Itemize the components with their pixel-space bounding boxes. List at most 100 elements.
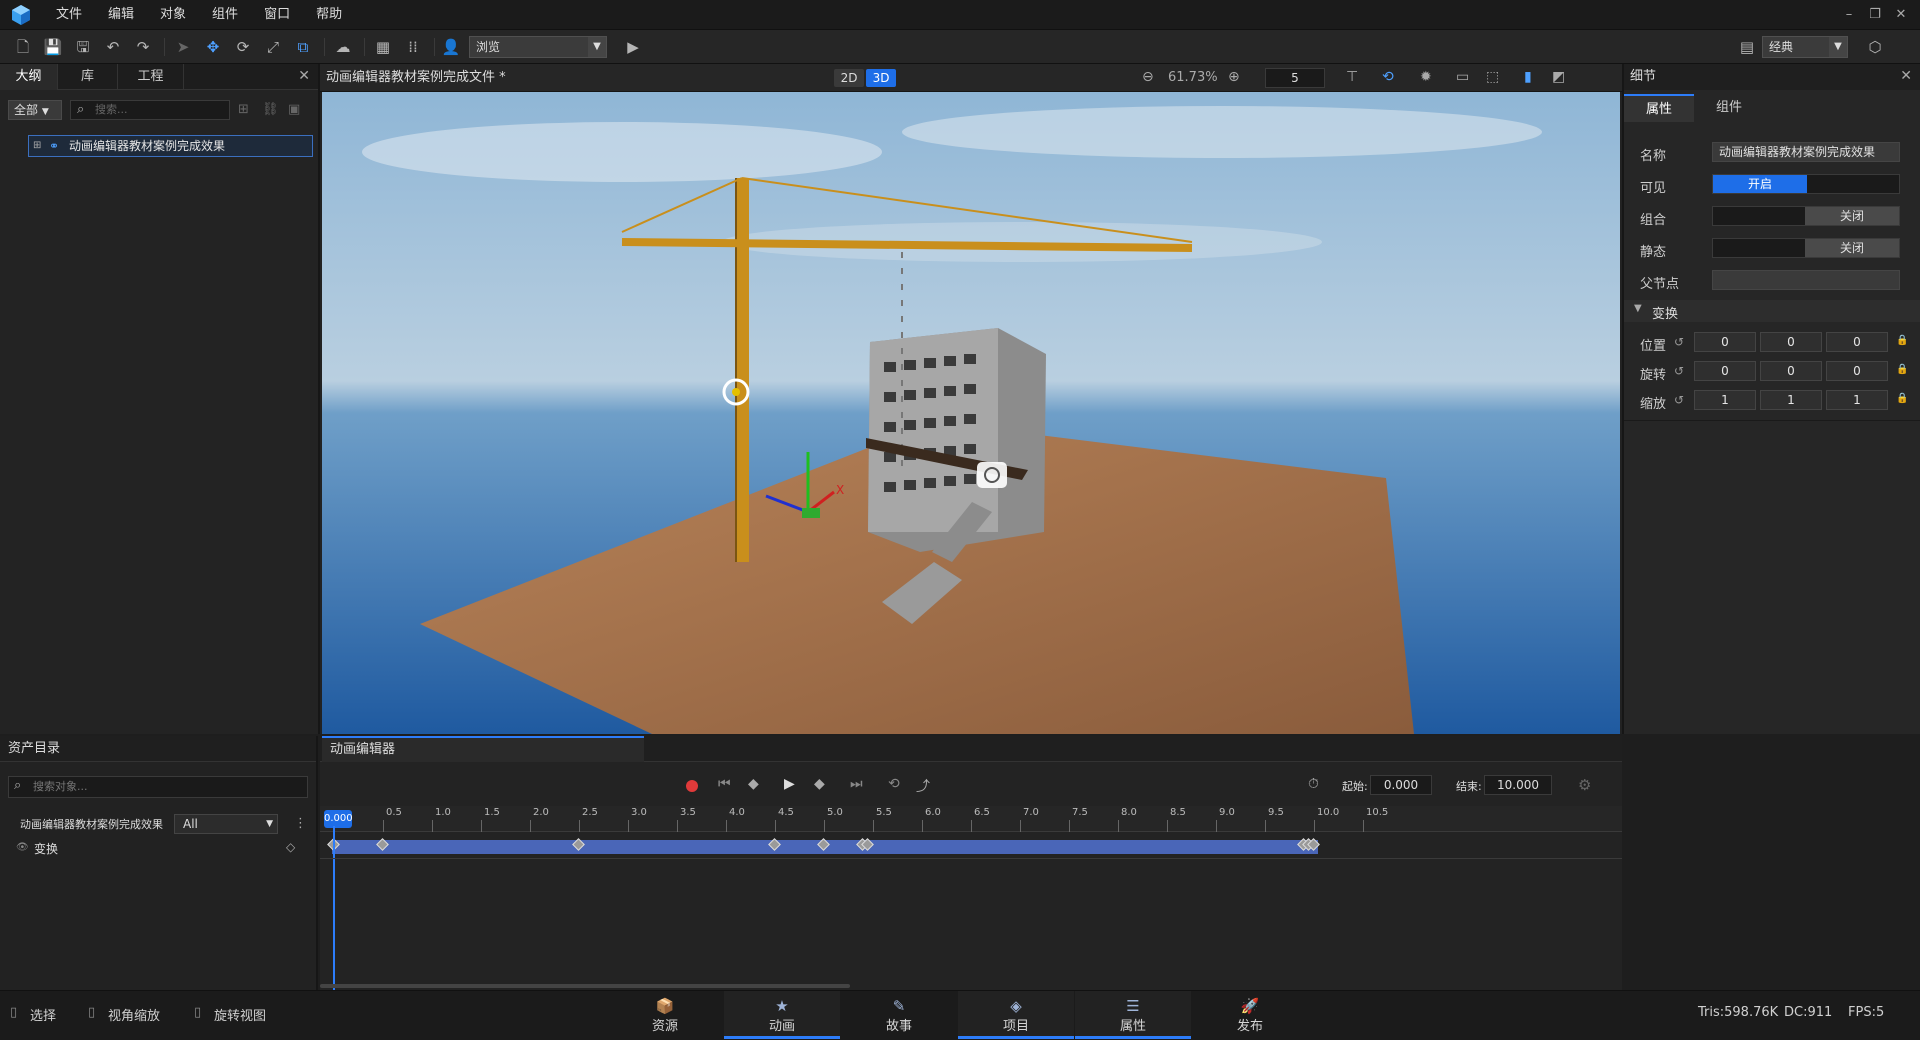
tab-library[interactable]: 库 bbox=[58, 64, 118, 90]
mode-3d-button[interactable]: 3D bbox=[866, 69, 896, 87]
eye-icon[interactable]: 👁 bbox=[16, 842, 29, 853]
settings-hex-icon[interactable]: ⬡ bbox=[1864, 37, 1886, 57]
grid-icon[interactable]: ▦ bbox=[372, 37, 394, 57]
rotate-tool-icon[interactable]: ⟳ bbox=[232, 37, 254, 57]
light-icon[interactable]: ✹ bbox=[1420, 69, 1432, 85]
select-tool-icon[interactable]: ➤ bbox=[172, 37, 194, 57]
menu-component[interactable]: 组件 bbox=[200, 0, 252, 30]
keyframe-marker[interactable] bbox=[768, 838, 781, 851]
menu-edit[interactable]: 编辑 bbox=[96, 0, 148, 30]
render-mode-icon[interactable]: ◩ bbox=[1552, 69, 1565, 85]
orbit-icon[interactable]: ⟲ bbox=[1382, 69, 1394, 85]
cloud-icon[interactable]: ☁ bbox=[332, 37, 354, 57]
view-mode-select[interactable]: 浏览 ▼ bbox=[469, 36, 607, 58]
play-icon[interactable]: ▶ bbox=[622, 37, 644, 57]
layout-icon[interactable]: ▤ bbox=[1736, 37, 1758, 57]
collapse-icon[interactable]: ▣ bbox=[288, 102, 300, 117]
rotation-z[interactable]: 0 bbox=[1826, 361, 1888, 381]
scene-canvas[interactable]: X bbox=[322, 92, 1620, 734]
tree-item-root[interactable]: ⊞ ⚭ 动画编辑器教材案例完成效果 bbox=[28, 135, 313, 157]
skip-end-icon[interactable]: ⏭ bbox=[850, 776, 863, 792]
nav-project[interactable]: ◈ 项目 bbox=[958, 991, 1074, 1039]
nav-properties[interactable]: ☰ 属性 bbox=[1075, 991, 1191, 1039]
position-x[interactable]: 0 bbox=[1694, 332, 1756, 352]
horizontal-scrollbar[interactable] bbox=[320, 984, 850, 988]
track-filter-select[interactable]: All ▼ bbox=[174, 814, 278, 834]
outline-filter-select[interactable]: 全部 ▼ bbox=[8, 100, 62, 120]
loop-icon[interactable]: ⟲ bbox=[888, 776, 900, 792]
lock-icon[interactable]: 🔒 bbox=[1896, 393, 1908, 404]
start-time-input[interactable]: 0.000 bbox=[1370, 775, 1432, 795]
play-icon[interactable]: ▶ bbox=[784, 776, 795, 792]
name-input[interactable]: 动画编辑器教材案例完成效果 bbox=[1712, 142, 1900, 162]
position-y[interactable]: 0 bbox=[1760, 332, 1822, 352]
add-node-icon[interactable]: ⊞ bbox=[238, 102, 249, 117]
rotation-x[interactable]: 0 bbox=[1694, 361, 1756, 381]
camera-speed-input[interactable]: 5 bbox=[1265, 68, 1325, 88]
link-icon[interactable]: ⛓ bbox=[262, 102, 279, 117]
tab-properties[interactable]: 属性 bbox=[1624, 94, 1694, 122]
layout-select[interactable]: 经典 ▼ bbox=[1762, 36, 1848, 58]
record-button[interactable] bbox=[686, 780, 698, 792]
snap-tool-icon[interactable]: ⧉ bbox=[292, 37, 314, 57]
reset-icon[interactable]: ↺ bbox=[1674, 393, 1684, 407]
group-toggle[interactable]: 关闭 bbox=[1712, 206, 1900, 226]
camera-icon[interactable]: ▭ bbox=[1456, 69, 1469, 85]
lock-view-icon[interactable]: ▮ bbox=[1524, 69, 1532, 85]
expand-icon[interactable]: ⊞ bbox=[33, 136, 41, 156]
save-icon[interactable]: 💾 bbox=[42, 37, 64, 57]
dots-grid-icon[interactable]: ⁞⁞ bbox=[402, 37, 424, 57]
lock-icon[interactable]: 🔒 bbox=[1896, 364, 1908, 375]
keyframe-marker[interactable] bbox=[817, 838, 830, 851]
nav-resources[interactable]: 📦 资源 bbox=[607, 991, 723, 1039]
timeline-ruler[interactable]: 0.5 1.0 1.5 2.0 2.5 3.0 3.5 4.0 4.5 5.0 5.5 6.0 6.5 7… bbox=[320, 806, 1622, 832]
tab-project[interactable]: 工程 bbox=[118, 64, 184, 90]
add-keyframe-icon[interactable]: ◇ bbox=[286, 840, 295, 854]
menu-help[interactable]: 帮助 bbox=[304, 0, 356, 30]
outline-search-input[interactable]: 搜索... bbox=[70, 100, 230, 120]
static-toggle[interactable]: 关闭 bbox=[1712, 238, 1900, 258]
nav-publish[interactable]: 🚀 发布 bbox=[1192, 991, 1308, 1039]
tab-animation-editor[interactable]: 动画编辑器 bbox=[322, 736, 644, 762]
top-view-icon[interactable]: ⊤ bbox=[1346, 69, 1358, 85]
playhead-line[interactable] bbox=[333, 826, 335, 998]
reset-icon[interactable]: ↺ bbox=[1674, 335, 1684, 349]
new-file-icon[interactable]: 🗋 bbox=[12, 37, 34, 57]
mode-2d-button[interactable]: 2D bbox=[834, 69, 864, 87]
scale-x[interactable]: 1 bbox=[1694, 390, 1756, 410]
keyframe-marker[interactable] bbox=[376, 838, 389, 851]
close-icon[interactable]: ✕ bbox=[1900, 68, 1912, 84]
curve-icon[interactable]: ⤴ bbox=[916, 776, 930, 796]
scale-tool-icon[interactable]: ⤢ bbox=[262, 37, 284, 57]
save-all-icon[interactable]: 🖫 bbox=[72, 37, 94, 57]
zoom-out-icon[interactable]: ⊖ bbox=[1142, 69, 1154, 85]
scale-z[interactable]: 1 bbox=[1826, 390, 1888, 410]
transform-section[interactable]: ▼ 变换 bbox=[1624, 300, 1920, 322]
user-icon[interactable]: 👤 bbox=[440, 37, 462, 57]
minimize-icon[interactable]: – bbox=[1840, 6, 1858, 24]
keyframe-track[interactable] bbox=[320, 834, 1622, 858]
end-time-input[interactable]: 10.000 bbox=[1484, 775, 1552, 795]
parent-input[interactable] bbox=[1712, 270, 1900, 290]
gear-icon[interactable]: ⚙ bbox=[1578, 776, 1591, 794]
reset-icon[interactable]: ↺ bbox=[1674, 364, 1684, 378]
tab-components[interactable]: 组件 bbox=[1694, 94, 1764, 122]
position-z[interactable]: 0 bbox=[1826, 332, 1888, 352]
close-icon[interactable]: ✕ bbox=[1892, 6, 1910, 24]
prev-key-icon[interactable]: ◆ bbox=[748, 776, 759, 792]
move-tool-icon[interactable]: ✥ bbox=[202, 37, 224, 57]
keyframe-marker[interactable] bbox=[572, 838, 585, 851]
menu-file[interactable]: 文件 bbox=[44, 0, 96, 30]
zoom-in-icon[interactable]: ⊕ bbox=[1228, 69, 1240, 85]
redo-icon[interactable]: ↷ bbox=[132, 37, 154, 57]
next-key-icon[interactable]: ◆ bbox=[814, 776, 825, 792]
menu-window[interactable]: 窗口 bbox=[252, 0, 304, 30]
nav-animation[interactable]: ★ 动画 bbox=[724, 991, 840, 1039]
scale-y[interactable]: 1 bbox=[1760, 390, 1822, 410]
nav-story[interactable]: ✎ 故事 bbox=[841, 991, 957, 1039]
asset-search-input[interactable]: 搜索对象... bbox=[8, 776, 308, 798]
tab-outline[interactable]: 大纲 bbox=[0, 64, 58, 90]
playhead-time[interactable]: 0.000 bbox=[324, 810, 353, 828]
cube-icon[interactable]: ⬚ bbox=[1486, 69, 1499, 85]
undo-icon[interactable]: ↶ bbox=[102, 37, 124, 57]
